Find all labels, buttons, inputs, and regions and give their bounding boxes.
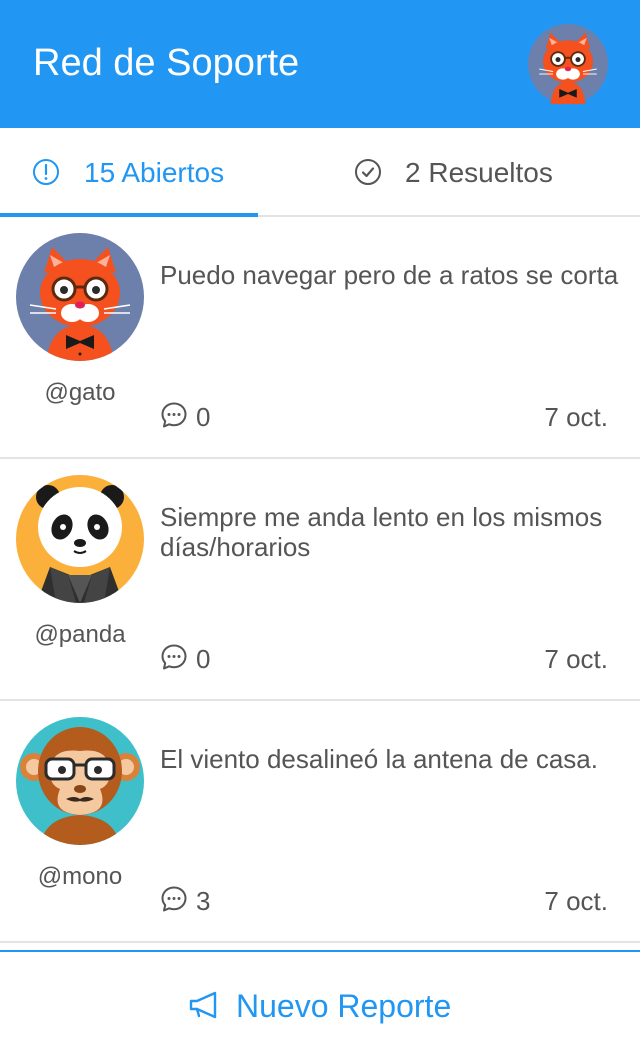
tab-open[interactable]: 15 Abiertos — [0, 128, 258, 217]
ticket-date: 7 oct. — [544, 886, 608, 916]
tab-resolved[interactable]: 2 Resueltos — [258, 128, 640, 215]
monkey-avatar-icon — [16, 717, 144, 845]
comment-icon — [161, 402, 187, 428]
comment-icon — [161, 886, 187, 912]
app-header: Red de Soporte — [0, 0, 640, 128]
ticket-description: Puedo navegar pero de a ratos se corta — [160, 260, 619, 290]
panda-avatar-icon — [16, 475, 144, 603]
ticket-item[interactable]: @gato Puedo navegar pero de a ratos se c… — [0, 217, 640, 459]
tab-open-label: 15 Abiertos — [84, 157, 225, 188]
cat-avatar-icon — [16, 233, 144, 361]
ticket-username: @panda — [34, 621, 126, 648]
ticket-date: 7 oct. — [544, 644, 608, 674]
check-circle-icon — [355, 159, 381, 185]
ticket-username: @mono — [37, 863, 123, 890]
ticket-item[interactable]: @panda Siempre me anda lento en los mism… — [0, 459, 640, 701]
ticket-description: El viento desalineó la antena de casa. — [160, 744, 598, 774]
comment-count: 3 — [196, 886, 211, 916]
comment-icon — [161, 644, 187, 670]
profile-avatar[interactable] — [528, 24, 608, 104]
new-report-label: Nuevo Reporte — [236, 988, 452, 1024]
comment-count: 0 — [196, 644, 211, 674]
tab-resolved-label: 2 Resueltos — [405, 157, 553, 188]
tab-bar: 15 Abiertos 2 Resueltos — [0, 128, 640, 217]
ticket-item[interactable]: @mono El viento desalineó la antena de c… — [0, 701, 640, 943]
megaphone-icon — [189, 991, 217, 1019]
alert-circle-icon — [33, 159, 59, 185]
page-title: Red de Soporte — [33, 42, 300, 84]
comment-count: 0 — [196, 402, 211, 432]
new-report-button[interactable]: Nuevo Reporte — [0, 950, 640, 1062]
ticket-description: Siempre me anda lento en los mismos días… — [160, 502, 603, 562]
cat-avatar-icon — [528, 24, 608, 104]
ticket-username: @gato — [44, 379, 116, 406]
ticket-date: 7 oct. — [544, 402, 608, 432]
